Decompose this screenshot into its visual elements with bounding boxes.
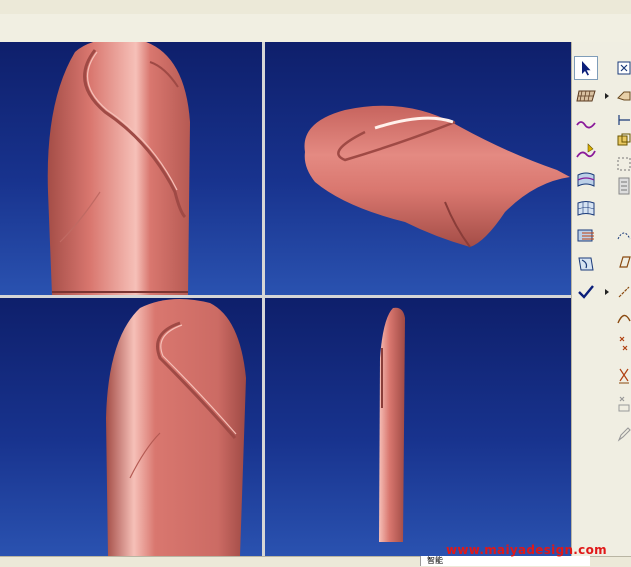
arc-icon[interactable] [616,306,631,330]
surface-mesh-icon[interactable] [574,196,598,220]
coordinate-system-icon[interactable] [616,364,631,388]
model-perspective-view [304,105,570,248]
title-bar [0,0,631,15]
curve-wave-icon[interactable] [574,112,598,136]
model-body-shape [379,307,405,542]
point-x-icon[interactable] [616,332,631,356]
copy-feature-icon[interactable] [616,128,631,152]
select-arrow-icon[interactable] [574,56,598,80]
datum-point-icon[interactable] [616,392,631,416]
viewport-top-left[interactable] [0,42,262,295]
boundary-surface-icon[interactable] [574,168,598,192]
viewport-splitter-vertical[interactable] [262,42,265,556]
flyout-arrow-icon[interactable] [605,289,609,295]
sketch-curve-icon[interactable] [574,140,598,164]
surface-edit-icon[interactable] [574,224,598,248]
surface-trim-icon[interactable] [574,252,598,276]
status-field[interactable]: 智能 [420,556,590,566]
viewport-top-right[interactable] [265,42,571,295]
side-toolbar [571,42,631,566]
dashed-box-icon[interactable] [616,152,631,176]
close-box-icon[interactable] [616,56,631,80]
parallelogram-icon[interactable] [616,250,631,274]
flyout-arrow-icon[interactable] [605,93,609,99]
viewport-splitter-horizontal[interactable] [0,295,571,298]
model-front-view [47,42,190,295]
viewport-bottom-left[interactable] [0,298,262,556]
checkmark-icon[interactable] [574,280,598,304]
viewport-bottom-right[interactable] [265,298,571,556]
model-angled-view [106,299,246,556]
model-body-shape [304,105,570,248]
pencil-icon[interactable] [616,422,631,446]
watermark-text: www.maiyadesign.com [446,543,607,557]
plane-grid-icon[interactable] [574,84,598,108]
model-side-view [379,307,405,542]
model-body-shape [47,42,190,295]
arc-dashed-icon[interactable] [616,222,631,246]
viewport-area [0,42,571,556]
top-toolbar [0,14,631,43]
datum-plane-icon[interactable] [616,84,631,108]
datum-axis-icon[interactable] [616,174,631,198]
line-icon[interactable] [616,280,631,304]
